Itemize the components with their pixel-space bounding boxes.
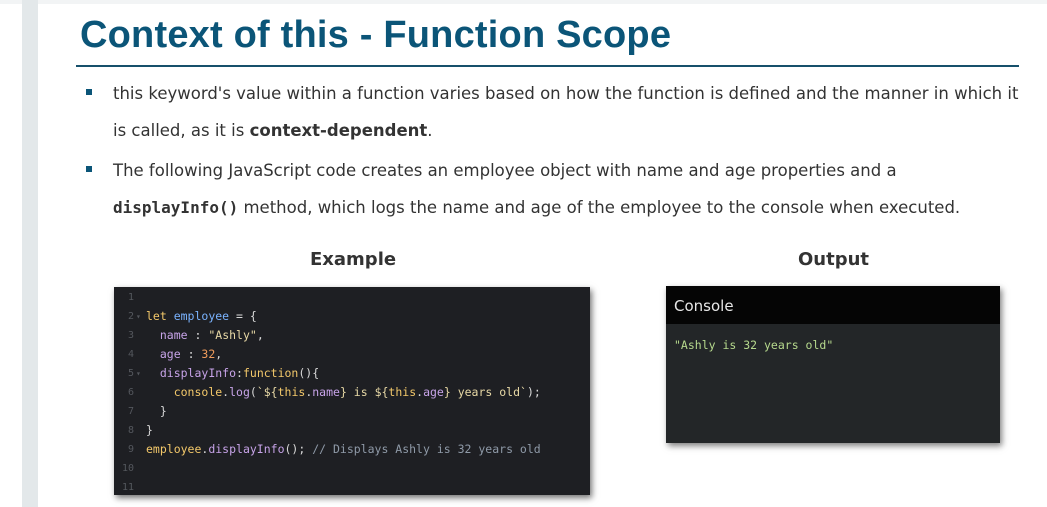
- code-token: ,: [256, 328, 264, 342]
- left-sidebar-strip: [22, 0, 38, 507]
- line-number: 11: [121, 482, 134, 493]
- code-line: 9 employee.displayInfo(); // Displays Ash…: [114, 440, 590, 459]
- code-token: :: [236, 366, 243, 380]
- code-line: 4 age : 32,: [114, 345, 590, 364]
- code-token: displayInfo: [208, 442, 285, 456]
- line-number: 3: [127, 330, 134, 341]
- code-token: displayInfo: [159, 366, 237, 380]
- code-text: console.log(`${this.name} is ${this.age}…: [146, 383, 541, 402]
- example-label: Example: [310, 249, 397, 270]
- bullet-list: this keyword's value within a function v…: [85, 75, 1025, 229]
- code-token: );: [526, 385, 541, 399]
- bullet-inline-code: displayInfo(): [113, 198, 239, 217]
- code-text: employee.displayInfo(); // Displays Ashl…: [146, 440, 541, 459]
- code-text: let employee = {: [146, 307, 257, 326]
- code-lines: 1 2 ▾ let employee = {3 name : "Ashly", 4 ag…: [114, 288, 590, 497]
- code-token: = {: [229, 309, 257, 323]
- code-token: ();: [284, 442, 313, 456]
- code-token: age: [423, 385, 444, 399]
- bullet-text-end: method, which logs the name and age of t…: [238, 198, 961, 217]
- code-token: function: [242, 366, 299, 380]
- output-label: Output: [798, 249, 870, 270]
- code-line: 3 name : "Ashly",: [114, 326, 590, 345]
- code-token: 32: [201, 347, 216, 361]
- code-token: }: [146, 423, 153, 437]
- line-number: 8: [127, 425, 134, 436]
- code-token: this: [388, 385, 417, 399]
- code-token: employee: [146, 442, 202, 456]
- square-bullet-icon: [86, 89, 92, 95]
- code-token: ,: [215, 347, 223, 361]
- slide-title: Context of this - Function Scope: [80, 14, 672, 56]
- code-token: // Displays Ashly is 32 years old: [312, 442, 541, 456]
- code-line: 2 ▾ let employee = {: [114, 307, 590, 326]
- bullet-item-employee: The following JavaScript code creates an…: [85, 152, 1025, 226]
- bullet-item-context: this keyword's value within a function v…: [85, 75, 1025, 149]
- code-line: 10: [114, 459, 590, 478]
- code-token: } is ${: [339, 385, 389, 399]
- title-underline: [76, 65, 1019, 67]
- code-token: console: [173, 385, 223, 399]
- code-token: } years old`: [443, 385, 527, 399]
- code-token: log: [229, 385, 250, 399]
- line-number: 6: [127, 387, 134, 398]
- line-number: 5: [127, 368, 134, 379]
- line-number: 10: [121, 463, 134, 474]
- code-line: 11: [114, 478, 590, 497]
- square-bullet-icon: [86, 166, 92, 172]
- line-number: 1: [127, 292, 134, 303]
- bullet-text: The following JavaScript code creates an…: [113, 161, 897, 180]
- code-text: }: [146, 402, 167, 421]
- code-editor-panel: 1 2 ▾ let employee = {3 name : "Ashly", 4 ag…: [114, 287, 590, 495]
- code-line: 7 }: [114, 402, 590, 421]
- bullet-bold-term: context-dependent: [249, 121, 428, 140]
- code-token: (){: [298, 366, 320, 380]
- code-line: 5 ▾ displayInfo:function(){: [114, 364, 590, 383]
- code-text: displayInfo:function(){: [146, 364, 319, 383]
- code-token: (: [249, 385, 257, 399]
- console-title: Console: [666, 286, 1000, 324]
- code-token: :: [187, 328, 209, 342]
- fold-arrow-icon[interactable]: ▾: [136, 307, 141, 326]
- line-number: 2: [127, 311, 134, 322]
- code-token: employee: [173, 309, 230, 323]
- bullet-text-end: .: [427, 121, 433, 140]
- fold-arrow-icon[interactable]: ▾: [136, 364, 141, 383]
- code-text: name : "Ashly",: [146, 326, 264, 345]
- code-line: 6 console.log(`${this.name} is ${this.ag…: [114, 383, 590, 402]
- line-number: 7: [127, 406, 134, 417]
- console-output-text: "Ashly is 32 years old": [674, 338, 834, 352]
- code-token: let: [146, 309, 174, 323]
- code-token: name: [159, 328, 188, 342]
- code-text: age : 32,: [146, 345, 222, 364]
- code-token: this: [277, 385, 306, 399]
- code-line: 1: [114, 288, 590, 307]
- line-number: 9: [127, 444, 134, 455]
- line-number: 4: [127, 349, 134, 360]
- code-token: `${: [256, 385, 278, 399]
- code-token: }: [146, 404, 167, 418]
- code-token: name: [312, 385, 340, 399]
- code-text: }: [146, 421, 153, 440]
- console-panel: Console "Ashly is 32 years old": [666, 286, 1000, 443]
- code-line: 8}: [114, 421, 590, 440]
- code-token: :: [180, 347, 202, 361]
- code-token: "Ashly": [208, 328, 257, 342]
- code-token: age: [159, 347, 181, 361]
- top-band: [0, 0, 1047, 4]
